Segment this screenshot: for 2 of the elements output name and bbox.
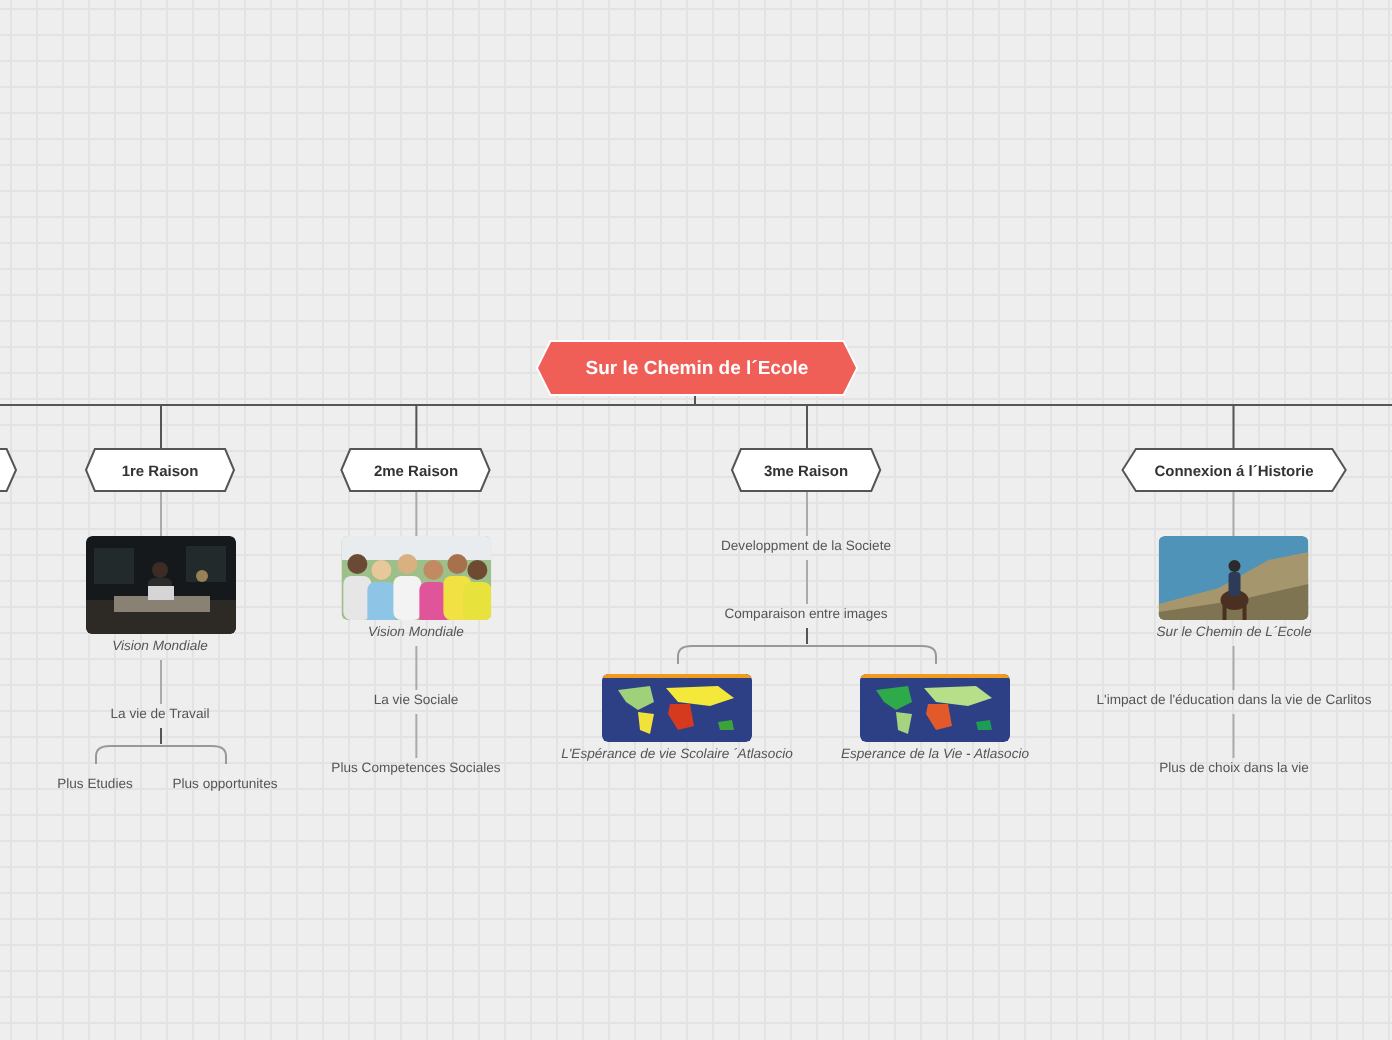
bracket-connector [93, 744, 227, 764]
central-topic: Sur le Chemin de l´Ecole [536, 340, 858, 396]
